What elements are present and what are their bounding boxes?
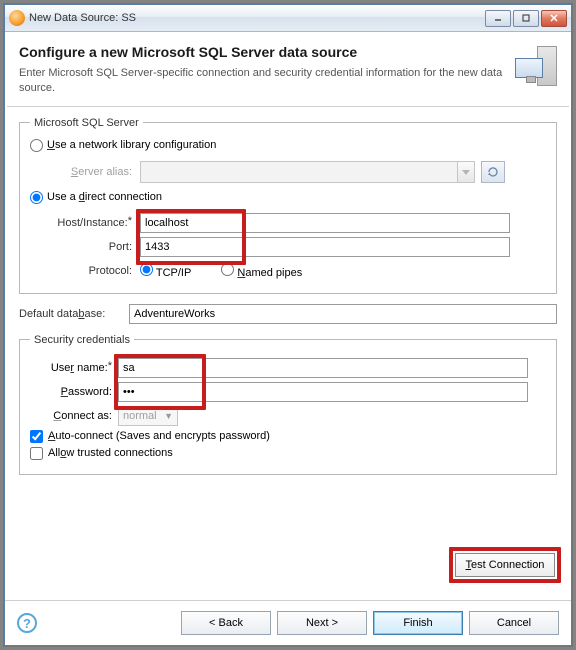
server-icon [515, 44, 557, 92]
auto-connect-row: Auto-connect (Saves and encrypts passwor… [30, 430, 546, 443]
connect-as-row: Connect as: normal ▼ [30, 406, 546, 426]
maximize-button[interactable] [513, 10, 539, 27]
port-label: Port: [30, 241, 140, 253]
allow-trusted-row: Allow trusted connections [30, 447, 546, 460]
named-pipes-radio[interactable] [221, 263, 234, 276]
default-db-label: Default database: [19, 308, 129, 320]
username-input[interactable] [118, 358, 528, 378]
dialog-header: Configure a new Microsoft SQL Server dat… [5, 32, 571, 106]
password-input[interactable] [118, 382, 528, 402]
allow-trusted-label[interactable]: Allow trusted connections [48, 447, 173, 459]
connect-as-select: normal ▼ [118, 406, 178, 426]
default-db-row: Default database: [19, 304, 557, 324]
host-row: Host/Instance:* [30, 213, 546, 233]
auto-connect-checkbox[interactable] [30, 430, 43, 443]
network-lib-radio-label[interactable]: Use a network library configuration [30, 139, 216, 152]
security-legend: Security credentials [30, 334, 134, 346]
network-lib-text: se a network library configuration [55, 139, 216, 151]
help-icon[interactable]: ? [17, 613, 37, 633]
port-input[interactable] [140, 237, 510, 257]
tcpip-radio[interactable] [140, 263, 153, 276]
network-lib-radio-row: Use a network library configuration [30, 139, 546, 155]
default-db-input[interactable] [129, 304, 557, 324]
app-icon [9, 10, 25, 26]
username-row: User name:* [30, 358, 546, 378]
test-connection-button[interactable]: Test Connection [455, 553, 555, 577]
named-pipes-radio-label[interactable]: Named pipes [221, 263, 302, 279]
network-lib-radio[interactable] [30, 139, 43, 152]
security-group: Security credentials User name:* Passwor… [19, 334, 557, 475]
protocol-row: Protocol: TCP/IP Named pipes [30, 263, 546, 279]
host-label: Host/Instance:* [30, 217, 140, 229]
sql-server-legend: Microsoft SQL Server [30, 117, 143, 129]
host-input[interactable] [140, 213, 510, 233]
page-subtitle: Enter Microsoft SQL Server-specific conn… [19, 66, 505, 96]
chevron-down-icon: ▼ [164, 411, 173, 421]
refresh-alias-button[interactable] [481, 161, 505, 183]
next-button[interactable]: Next > [277, 611, 367, 635]
page-title: Configure a new Microsoft SQL Server dat… [19, 44, 505, 60]
cancel-button[interactable]: Cancel [469, 611, 559, 635]
direct-conn-radio-label[interactable]: Use a direct connection [30, 191, 162, 204]
minimize-button[interactable] [485, 10, 511, 27]
back-button[interactable]: < Back [181, 611, 271, 635]
close-button[interactable] [541, 10, 567, 27]
server-alias-dropdown-icon [457, 161, 475, 183]
username-label: User name:* [30, 362, 118, 374]
auto-connect-label[interactable]: Auto-connect (Saves and encrypts passwor… [48, 430, 270, 442]
protocol-label: Protocol: [30, 265, 140, 277]
dialog-window: New Data Source: SS Configure a new Micr… [4, 4, 572, 646]
sql-server-group: Microsoft SQL Server Use a network libra… [19, 117, 557, 294]
direct-conn-radio-row: Use a direct connection [30, 191, 546, 207]
dialog-footer: ? < Back Next > Finish Cancel [5, 600, 571, 645]
server-alias-label: Server alias: [30, 166, 140, 178]
password-row: Password: [30, 382, 546, 402]
tcpip-radio-label[interactable]: TCP/IP [140, 263, 191, 279]
password-label: Password: [30, 386, 118, 398]
window-title: New Data Source: SS [29, 12, 485, 24]
titlebar[interactable]: New Data Source: SS [5, 5, 571, 32]
connect-as-label: Connect as: [30, 410, 118, 422]
direct-conn-radio[interactable] [30, 191, 43, 204]
server-alias-select [140, 161, 458, 183]
allow-trusted-checkbox[interactable] [30, 447, 43, 460]
server-alias-row: Server alias: [30, 161, 546, 183]
port-row: Port: [30, 237, 546, 257]
window-buttons [485, 10, 567, 27]
finish-button[interactable]: Finish [373, 611, 463, 635]
content-area: Microsoft SQL Server Use a network libra… [5, 107, 571, 475]
